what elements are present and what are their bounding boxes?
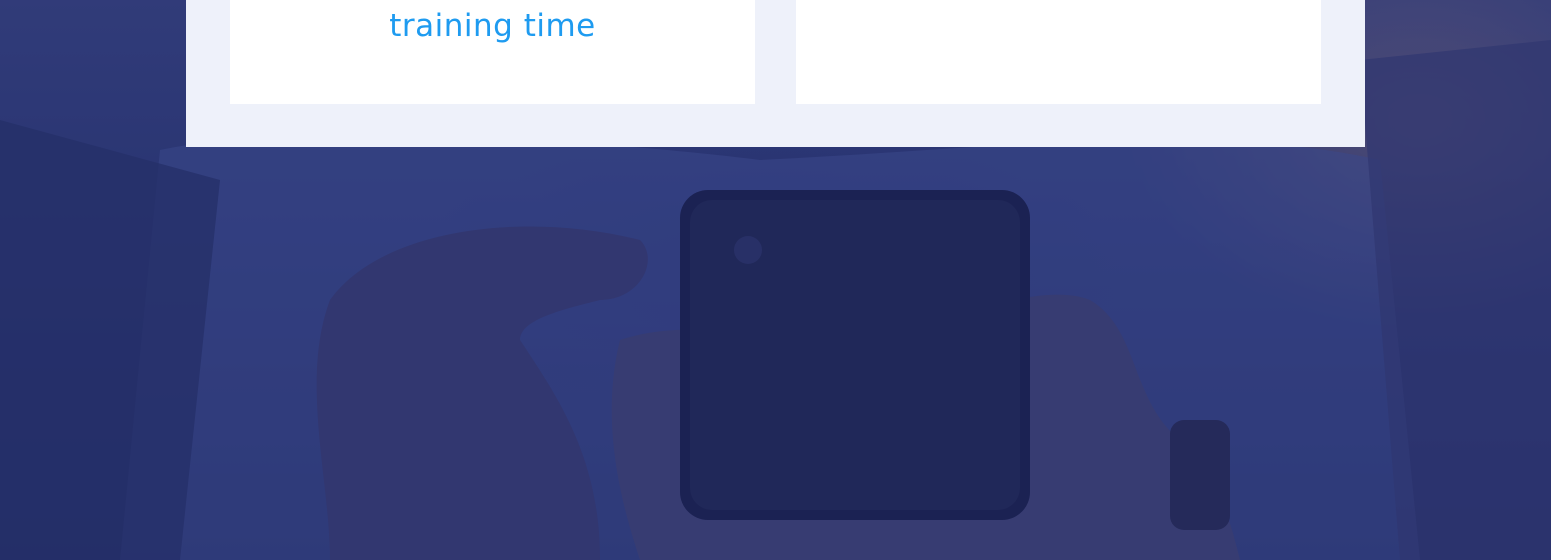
feature-card-text: training time [389,8,596,44]
feature-card-training-time: training time [230,0,755,104]
features-panel: training time [186,0,1365,147]
feature-card-empty [796,0,1321,104]
